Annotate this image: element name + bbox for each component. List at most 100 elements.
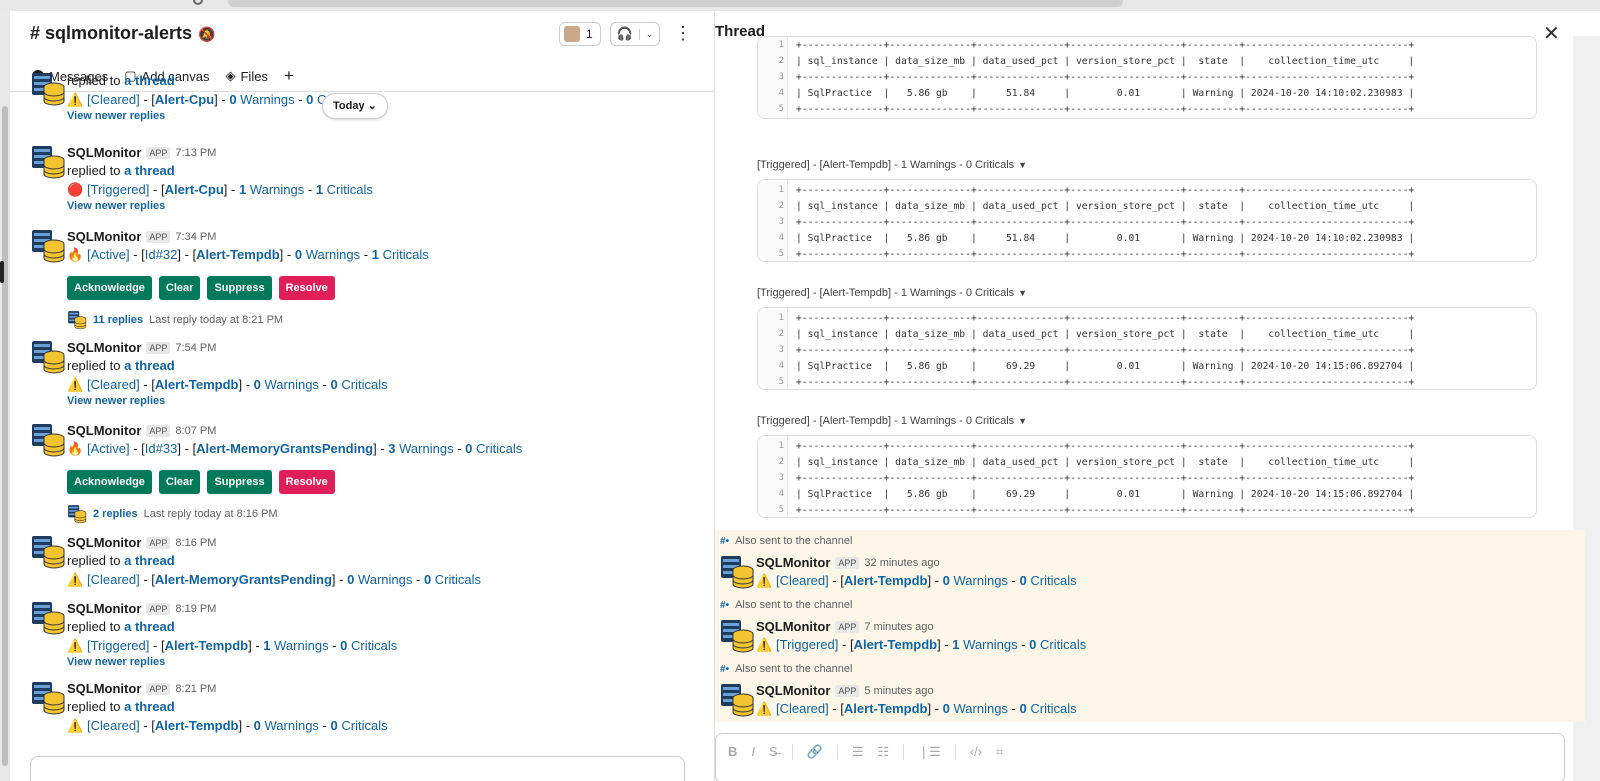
timestamp[interactable]: 7:13 PM: [175, 147, 216, 159]
alert-name[interactable]: Alert-Tempdb: [844, 701, 928, 716]
avatar[interactable]: [30, 422, 66, 458]
alert-name[interactable]: Alert-MemoryGrantsPending: [155, 572, 332, 587]
alert-name[interactable]: Alert-Tempdb: [854, 637, 938, 652]
view-newer-replies-link[interactable]: View newer replies: [67, 109, 363, 125]
timestamp[interactable]: 32 minutes ago: [864, 557, 939, 569]
avatar[interactable]: [30, 71, 66, 107]
avatar[interactable]: [719, 618, 755, 654]
blockquote-icon[interactable]: ❘☰: [918, 744, 941, 760]
snippet-label[interactable]: [Triggered] - [Alert-Tempdb] - 1 Warning…: [757, 287, 1027, 299]
caret-down-icon[interactable]: ▼: [1018, 160, 1027, 170]
sender-name[interactable]: SQLMonitor: [67, 229, 141, 244]
code-icon[interactable]: ‹/›: [970, 744, 982, 760]
strikethrough-icon[interactable]: S̶: [769, 744, 778, 760]
message-composer[interactable]: [30, 756, 685, 781]
reply-count[interactable]: 2 replies: [93, 508, 138, 520]
snippet-title[interactable]: [Triggered] - [Alert-Tempdb] - 1 Warning…: [757, 159, 1014, 171]
avatar[interactable]: [30, 339, 66, 375]
timestamp[interactable]: 8:16 PM: [175, 537, 216, 549]
alert-name[interactable]: Alert-Tempdb: [165, 638, 249, 653]
thread-replies-summary[interactable]: 11 replies Last reply today at 8:21 PM: [67, 310, 429, 330]
more-options-icon[interactable]: ⋮: [674, 23, 692, 44]
caret-down-icon[interactable]: ▼: [1018, 288, 1027, 298]
channel-name[interactable]: sqlmonitor-alerts: [45, 23, 192, 43]
view-newer-replies-link[interactable]: View newer replies: [67, 394, 388, 410]
timestamp[interactable]: 8:21 PM: [175, 683, 216, 695]
left-scrollbar[interactable]: [0, 11, 10, 781]
timestamp[interactable]: 7:54 PM: [175, 342, 216, 354]
alert-name[interactable]: Alert-Tempdb: [844, 573, 928, 588]
sender-name[interactable]: SQLMonitor: [756, 555, 830, 570]
timestamp[interactable]: 7 minutes ago: [864, 621, 933, 633]
thread-link[interactable]: a thread: [124, 358, 175, 373]
snippet-title[interactable]: [Triggered] - [Alert-Tempdb] - 1 Warning…: [757, 287, 1014, 299]
sender-name[interactable]: SQLMonitor: [756, 683, 830, 698]
code-snippet[interactable]: 1 +--------------+--------------+--------…: [757, 36, 1537, 119]
timestamp[interactable]: 8:07 PM: [175, 425, 216, 437]
date-divider-today[interactable]: Today ⌄: [322, 93, 388, 119]
acknowledge-button[interactable]: Acknowledge: [67, 470, 152, 494]
avatar[interactable]: [30, 228, 66, 264]
sender-name[interactable]: SQLMonitor: [67, 601, 141, 616]
thread-replies-summary[interactable]: 2 replies Last reply today at 8:16 PM: [67, 504, 522, 524]
resolve-button[interactable]: Resolve: [278, 276, 335, 300]
thread-link[interactable]: a thread: [124, 163, 175, 178]
code-snippet[interactable]: 1 +--------------+--------------+--------…: [757, 179, 1537, 262]
sender-name[interactable]: SQLMonitor: [756, 619, 830, 634]
snippet-title[interactable]: [Triggered] - [Alert-Tempdb] - 1 Warning…: [757, 415, 1014, 427]
huddle-button[interactable]: 🎧 ⌄: [610, 22, 660, 46]
italic-icon[interactable]: I: [751, 744, 755, 760]
snippet-label[interactable]: [Triggered] - [Alert-Tempdb] - 1 Warning…: [757, 415, 1027, 427]
caret-down-icon[interactable]: ▼: [1018, 416, 1027, 426]
code-snippet[interactable]: 1 +--------------+--------------+--------…: [757, 435, 1537, 518]
sender-name[interactable]: SQLMonitor: [67, 535, 141, 550]
bold-icon[interactable]: B: [728, 744, 737, 760]
reply-count[interactable]: 11 replies: [93, 314, 143, 326]
suppress-button[interactable]: Suppress: [207, 276, 272, 300]
sender-name[interactable]: SQLMonitor: [67, 681, 141, 696]
thread-link[interactable]: a thread: [124, 699, 175, 714]
alert-name[interactable]: Alert-Cpu: [155, 92, 214, 107]
browser-address-bar[interactable]: [228, 0, 1123, 7]
avatar[interactable]: [30, 600, 66, 636]
acknowledge-button[interactable]: Acknowledge: [67, 276, 152, 300]
sender-name[interactable]: SQLMonitor: [67, 340, 141, 355]
clear-button[interactable]: Clear: [158, 276, 201, 300]
channel-title[interactable]: # sqlmonitor-alerts 🔕: [30, 23, 215, 44]
chevron-down-icon[interactable]: ⌄: [639, 28, 659, 40]
code-snippet[interactable]: 1 +--------------+--------------+--------…: [757, 307, 1537, 390]
avatar[interactable]: [30, 534, 66, 570]
notifications-off-icon[interactable]: 🔕: [198, 26, 215, 42]
thread-link[interactable]: a thread: [124, 553, 175, 568]
suppress-button[interactable]: Suppress: [207, 470, 272, 494]
timestamp[interactable]: 5 minutes ago: [864, 685, 933, 697]
sender-name[interactable]: SQLMonitor: [67, 423, 141, 438]
scrollbar-thumb[interactable]: [2, 106, 8, 766]
clear-button[interactable]: Clear: [158, 470, 201, 494]
avatar[interactable]: [30, 680, 66, 716]
sender-name[interactable]: SQLMonitor: [67, 145, 141, 160]
thread-link[interactable]: a thread: [124, 73, 175, 88]
view-newer-replies-link[interactable]: View newer replies: [67, 199, 373, 215]
headphones-icon[interactable]: 🎧: [611, 26, 639, 42]
avatar[interactable]: [719, 682, 755, 718]
timestamp[interactable]: 7:34 PM: [175, 231, 216, 243]
view-newer-replies-link[interactable]: View newer replies: [67, 655, 397, 671]
timestamp[interactable]: 8:19 PM: [175, 603, 216, 615]
code-block-icon[interactable]: ⌗: [996, 744, 1003, 760]
avatar[interactable]: [30, 144, 66, 180]
thread-link[interactable]: a thread: [124, 619, 175, 634]
alert-name[interactable]: Alert-Tempdb: [155, 377, 239, 392]
alert-name[interactable]: Alert-Tempdb: [196, 247, 280, 262]
members-button[interactable]: 1: [559, 22, 601, 46]
alert-name[interactable]: Alert-Tempdb: [155, 718, 239, 733]
link-icon[interactable]: 🔗: [807, 744, 823, 760]
alert-name[interactable]: Alert-Cpu: [165, 182, 224, 197]
today-label[interactable]: Today: [333, 100, 365, 112]
bullet-list-icon[interactable]: ☷: [878, 744, 890, 760]
ordered-list-icon[interactable]: ☰: [852, 744, 864, 760]
close-icon[interactable]: ✕: [1543, 21, 1560, 46]
snippet-label[interactable]: [Triggered] - [Alert-Tempdb] - 1 Warning…: [757, 159, 1027, 171]
alert-name[interactable]: Alert-MemoryGrantsPending: [196, 441, 373, 456]
thread-reply-composer[interactable]: B I S̶ 🔗 ☰ ☷ ❘☰ ‹/› ⌗: [715, 733, 1565, 781]
